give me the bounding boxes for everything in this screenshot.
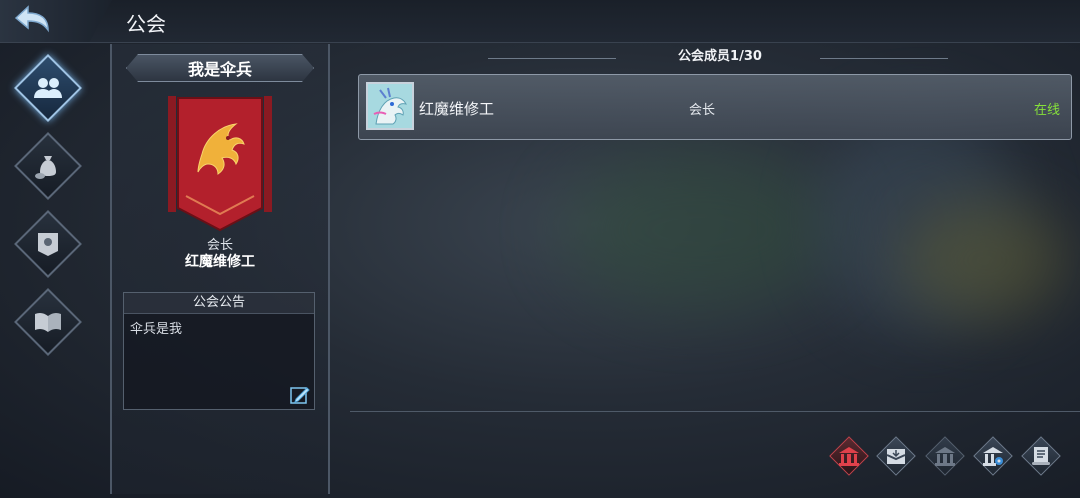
member-name: 红魔维修工 (419, 100, 495, 118)
members-header: 公会成员1/30 (678, 49, 762, 64)
nav-guild-flag[interactable] (14, 210, 82, 278)
guild-banner-dragon-icon (168, 96, 272, 232)
treasury-bag-icon (35, 156, 56, 179)
background-foliage (560, 150, 840, 310)
guild-flag-icon (38, 233, 58, 256)
page-title: 公会 (126, 12, 166, 36)
mail-button[interactable] (876, 436, 916, 476)
dragon-avatar-icon (368, 84, 412, 128)
guild-hall-red-icon (839, 447, 859, 466)
scroll-icon (1032, 447, 1050, 465)
notice-title: 公会公告 (124, 293, 314, 314)
guild-notice: 公会公告 伞兵是我 (123, 292, 315, 410)
back-button[interactable] (0, 0, 112, 42)
guild-building-button[interactable] (925, 436, 965, 476)
top-bar: 公会 (0, 0, 1080, 43)
member-row[interactable]: 红魔维修工 会长 在线 (358, 74, 1072, 140)
member-status: 在线 (1033, 103, 1060, 118)
nav-book[interactable] (14, 288, 82, 356)
avatar (366, 82, 414, 130)
book-icon (35, 312, 61, 332)
nav-members[interactable] (14, 54, 82, 122)
member-role: 会长 (689, 103, 716, 118)
nav-treasury[interactable] (14, 132, 82, 200)
mail-icon (886, 449, 906, 464)
side-nav (0, 42, 92, 498)
guild-settings-icon (983, 447, 1003, 466)
guild-building-icon (935, 447, 955, 466)
members-icon (34, 78, 62, 98)
scroll-button[interactable] (1021, 436, 1061, 476)
divider (350, 411, 1080, 412)
guild-settings-button[interactable] (973, 436, 1013, 476)
edit-notice-icon[interactable] (290, 385, 310, 405)
guild-name: 我是伞兵 (126, 54, 314, 82)
guild-hall-button[interactable] (829, 436, 869, 476)
background-highlight (900, 200, 1070, 320)
leader-name: 红魔维修工 (185, 254, 255, 270)
back-arrow-icon (14, 5, 49, 33)
notice-text: 伞兵是我 (130, 322, 183, 337)
